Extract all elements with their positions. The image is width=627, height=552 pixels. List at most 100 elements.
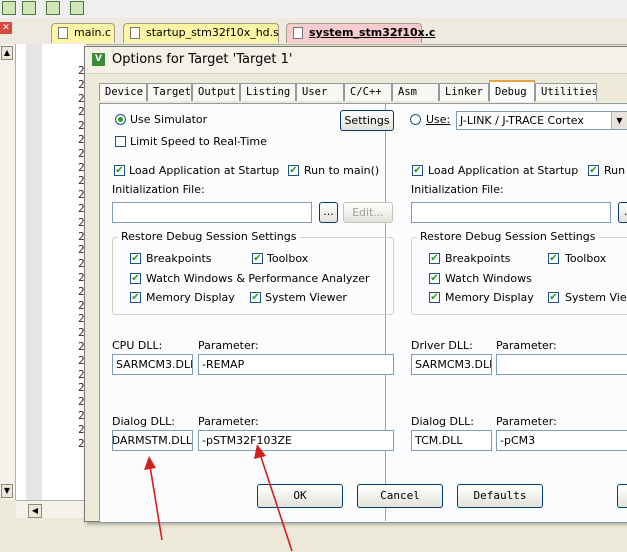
options-dialog: V Options for Target 'Target 1' Device T… xyxy=(84,46,627,523)
tab-c-cpp[interactable]: C/C++ xyxy=(344,83,392,101)
tab-target[interactable]: Target xyxy=(147,83,192,101)
keil-logo-icon: V xyxy=(92,53,105,66)
ok-button[interactable]: OK xyxy=(257,484,343,508)
hw-system-viewer-checkbox[interactable]: ✔ xyxy=(548,292,559,303)
dropdown-arrow-icon[interactable]: ▼ xyxy=(611,112,627,129)
hw-init-file-browse-button[interactable]: .. xyxy=(618,202,627,223)
tab-asm[interactable]: Asm xyxy=(392,83,439,101)
hw-breakpoints-label: Breakpoints xyxy=(445,252,511,265)
tab-listing[interactable]: Listing xyxy=(240,83,296,101)
cpu-dll-input[interactable]: SARMCM3.DLL xyxy=(112,354,193,375)
file-icon xyxy=(293,27,303,39)
restore-settings-title: Restore Debug Session Settings xyxy=(118,230,300,243)
scroll-left-icon[interactable]: ◀ xyxy=(28,504,42,518)
hw-watch-windows-label: Watch Windows xyxy=(445,272,532,285)
dialog-dll-input[interactable]: DARMSTM.DLL xyxy=(112,430,193,451)
editor-gutter xyxy=(26,44,42,500)
hw-memory-display-checkbox[interactable]: ✔ xyxy=(429,292,440,303)
simulator-settings-button[interactable]: Settings xyxy=(340,110,394,131)
driver-param-input[interactable] xyxy=(496,354,627,375)
load-app-checkbox[interactable]: ✔ xyxy=(114,165,125,176)
hw-dialog-param-input[interactable]: -pCM3 xyxy=(496,430,627,451)
tab-device[interactable]: Device xyxy=(99,83,147,101)
use-simulator-label: Use Simulator xyxy=(130,113,208,126)
toolbar-download-icon[interactable] xyxy=(46,1,60,15)
toolbar-options-icon[interactable] xyxy=(70,1,84,15)
memory-display-checkbox[interactable]: ✔ xyxy=(130,292,141,303)
load-app-label: Load Application at Startup xyxy=(129,164,280,177)
left-panel-scroll[interactable]: ▲ ▼ xyxy=(0,44,16,500)
file-tab-label: system_stm32f10x.c xyxy=(309,26,436,39)
hw-breakpoints-checkbox[interactable]: ✔ xyxy=(429,253,440,264)
breakpoints-label: Breakpoints xyxy=(146,252,212,265)
system-viewer-label: System Viewer xyxy=(265,291,347,304)
file-icon xyxy=(130,27,140,39)
use-simulator-radio[interactable] xyxy=(115,114,126,125)
dialog-param-label: Parameter: xyxy=(198,415,259,428)
cancel-button[interactable]: Cancel xyxy=(357,484,443,508)
tab-linker[interactable]: Linker xyxy=(439,83,489,101)
file-icon xyxy=(58,27,68,39)
file-tab-label: startup_stm32f10x_hd.s xyxy=(146,26,279,39)
use-debugger-radio[interactable] xyxy=(410,114,421,125)
init-file-edit-button[interactable]: Edit... xyxy=(343,202,393,223)
scroll-down-icon[interactable]: ▼ xyxy=(1,484,13,498)
tab-utilities[interactable]: Utilities xyxy=(535,83,597,101)
hw-load-app-checkbox[interactable]: ✔ xyxy=(412,165,423,176)
dialog-titlebar[interactable]: V Options for Target 'Target 1' xyxy=(85,47,627,74)
hw-toolbox-label: Toolbox xyxy=(565,252,607,265)
toolbox-checkbox[interactable]: ✔ xyxy=(252,253,263,264)
ide-toolbar xyxy=(0,0,627,18)
watch-windows-checkbox[interactable]: ✔ xyxy=(130,273,141,284)
file-tab-bar: main.c startup_stm32f10x_hd.s system_stm… xyxy=(0,18,627,45)
init-file-input[interactable] xyxy=(112,202,312,223)
init-file-browse-button[interactable]: ... xyxy=(319,202,338,223)
hw-run-to-main-label: Run t xyxy=(604,164,627,177)
hw-init-file-label: Initialization File: xyxy=(411,183,504,196)
hw-load-app-label: Load Application at Startup xyxy=(428,164,579,177)
tab-output[interactable]: Output xyxy=(192,83,240,101)
debugger-driver-value: J-LINK / J-TRACE Cortex xyxy=(460,114,584,127)
hw-init-file-input[interactable] xyxy=(411,202,611,223)
driver-dll-input[interactable]: SARMCM3.DLL xyxy=(411,354,492,375)
dialog-param-input[interactable]: -pSTM32F103ZE xyxy=(198,430,394,451)
file-tab-system[interactable]: system_stm32f10x.c xyxy=(286,23,435,43)
code-editor[interactable]: 2122132142152162172182192202212222232242… xyxy=(16,44,98,500)
init-file-label: Initialization File: xyxy=(112,183,205,196)
toolbar-diamond-icon[interactable] xyxy=(22,1,36,15)
run-to-main-label: Run to main() xyxy=(304,164,380,177)
hw-watch-windows-checkbox[interactable]: ✔ xyxy=(429,273,440,284)
limit-speed-label: Limit Speed to Real-Time xyxy=(130,135,267,148)
debugger-driver-select[interactable]: J-LINK / J-TRACE Cortex ▼ xyxy=(456,111,627,130)
tab-debug[interactable]: Debug xyxy=(489,80,535,102)
help-button[interactable] xyxy=(617,484,627,508)
hw-system-viewer-label: System Viewe xyxy=(565,291,627,304)
dialog-dll-label: Dialog DLL: xyxy=(112,415,175,428)
file-tab-startup[interactable]: startup_stm32f10x_hd.s xyxy=(123,23,279,43)
toolbox-label: Toolbox xyxy=(267,252,309,265)
run-to-main-checkbox[interactable]: ✔ xyxy=(288,165,299,176)
cpu-param-input[interactable]: -REMAP xyxy=(198,354,394,375)
hw-restore-settings-title: Restore Debug Session Settings xyxy=(417,230,599,243)
use-debugger-label: Use: xyxy=(426,113,451,126)
tab-user[interactable]: User xyxy=(296,83,344,101)
system-viewer-checkbox[interactable]: ✔ xyxy=(250,292,261,303)
watch-windows-label: Watch Windows & Performance Analyzer xyxy=(146,272,370,285)
memory-display-label: Memory Display xyxy=(146,291,235,304)
defaults-button[interactable]: Defaults xyxy=(457,484,543,508)
scroll-up-icon[interactable]: ▲ xyxy=(1,46,13,60)
status-bar xyxy=(0,518,627,552)
hw-toolbox-checkbox[interactable]: ✔ xyxy=(548,253,559,264)
cpu-dll-label: CPU DLL: xyxy=(112,339,163,352)
hw-dialog-dll-input[interactable]: TCM.DLL xyxy=(411,430,492,451)
close-icon[interactable]: ✕ xyxy=(0,22,12,34)
hw-memory-display-label: Memory Display xyxy=(445,291,534,304)
limit-speed-checkbox[interactable] xyxy=(115,136,126,147)
breakpoints-checkbox[interactable]: ✔ xyxy=(130,253,141,264)
driver-param-label: Parameter: xyxy=(496,339,557,352)
hw-dialog-param-label: Parameter: xyxy=(496,415,557,428)
driver-dll-label: Driver DLL: xyxy=(411,339,473,352)
file-tab-main[interactable]: main.c xyxy=(51,23,115,43)
toolbar-build-icon[interactable] xyxy=(2,1,16,15)
hw-run-to-main-checkbox[interactable]: ✔ xyxy=(588,165,599,176)
